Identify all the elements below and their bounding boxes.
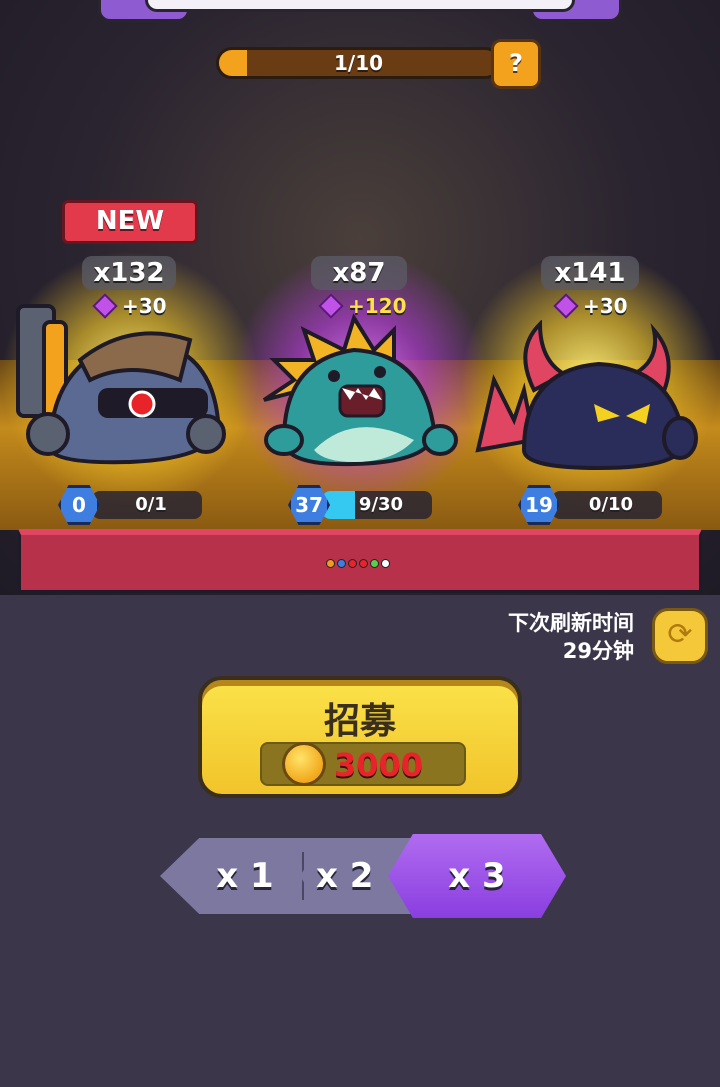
hero-count: x87 xyxy=(311,256,407,290)
recruit-button[interactable]: 招募 3000 xyxy=(198,676,522,798)
hero-robot[interactable] xyxy=(10,300,230,470)
recruit-price-text: 3000 xyxy=(334,746,424,784)
refresh-timer: 下次刷新时间 29分钟 xyxy=(508,609,634,665)
refresh-time: 29分钟 xyxy=(562,639,634,663)
gem-icon xyxy=(553,293,579,319)
draw-progress-bar: 1/10 xyxy=(216,47,501,79)
page-dot xyxy=(381,559,390,568)
hero-level-bar: 0/1 0 xyxy=(58,485,208,525)
hero-count: x141 xyxy=(541,256,639,290)
shard-progress-track: 0/10 xyxy=(552,491,662,519)
hero-count: x132 xyxy=(82,256,176,290)
robot-icon xyxy=(16,304,226,465)
page-dot xyxy=(370,559,379,568)
shard-progress-track: 9/30 xyxy=(322,491,432,519)
top-panel xyxy=(145,0,575,12)
refresh-icon: ⟳ xyxy=(667,617,693,652)
dino-icon xyxy=(262,313,458,467)
gem-bonus-text: +30 xyxy=(583,294,628,318)
refresh-label: 下次刷新时间 xyxy=(508,611,634,635)
page-indicator xyxy=(326,559,390,568)
recruit-multiplier-selector: x 1 x 2 x 3 xyxy=(160,834,566,918)
recruit-price: 3000 xyxy=(260,742,466,786)
hero-gem-bonus: +30 xyxy=(553,292,628,320)
page-dot xyxy=(337,559,346,568)
refresh-button[interactable]: ⟳ xyxy=(652,608,708,664)
new-badge: NEW xyxy=(62,200,198,244)
shard-progress-track: 0/1 xyxy=(92,491,202,519)
help-button[interactable]: ? xyxy=(491,39,541,89)
draw-progress-text: 1/10 xyxy=(333,51,384,75)
page-dot xyxy=(348,559,357,568)
coin-icon xyxy=(282,742,326,786)
hero-dino[interactable] xyxy=(244,310,464,470)
recruit-label: 招募 xyxy=(323,701,396,742)
hero-level-bar: 9/30 37 xyxy=(288,485,438,525)
shard-progress-text: 0/1 xyxy=(135,494,167,515)
hero-demon[interactable] xyxy=(474,319,700,471)
page-dot xyxy=(326,559,335,568)
multiplier-x3-button[interactable]: x 3 xyxy=(388,834,566,918)
demon-icon xyxy=(475,319,698,471)
shard-progress-text: 0/10 xyxy=(588,494,634,515)
shard-progress-text: 9/30 xyxy=(358,494,404,515)
page-dot xyxy=(359,559,368,568)
hero-level-bar: 0/10 19 xyxy=(518,485,668,525)
